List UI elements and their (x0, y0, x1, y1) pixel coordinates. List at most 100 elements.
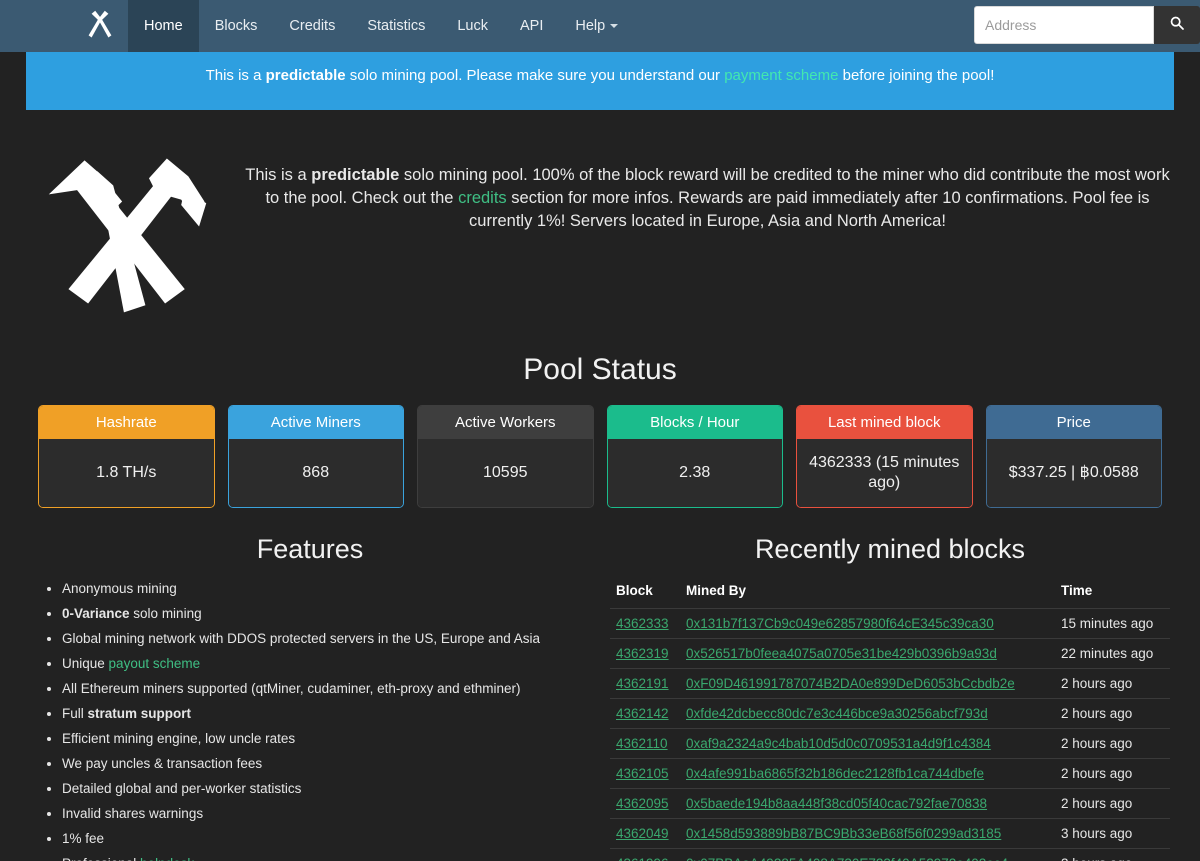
banner-wrap: This is a predictable solo mining pool. … (0, 52, 1200, 110)
feature-item: Invalid shares warnings (62, 804, 580, 824)
cell-time: 2 hours ago (1055, 727, 1170, 758)
status-card-last-mined-block-value: 4362333 (15 minutes ago) (797, 438, 972, 507)
search-button[interactable] (1154, 6, 1200, 44)
banner-bold-predictable: predictable (265, 67, 346, 84)
recent-blocks-table: Block Mined By Time 4362333 0x131b7f137Cb… (610, 579, 1170, 861)
column-header-mined-by: Mined By (686, 582, 747, 598)
hero-description: This is a predictable solo mining pool. … (235, 136, 1180, 234)
recent-blocks-title: Recently mined blocks (754, 533, 1026, 564)
cell-block: 4362105 (610, 757, 680, 788)
search-input[interactable] (974, 6, 1154, 44)
feature-item-link[interactable]: helpdesk (140, 856, 194, 861)
status-card-active-workers: Active Workers 10595 (417, 404, 594, 508)
block-number-link[interactable]: 4362105 (616, 766, 669, 781)
cell-mined-by: 0x526517b0feea4075a0705e31be429b0396b9a9… (680, 637, 1055, 668)
status-card-active-workers-label: Active Workers (418, 405, 593, 439)
recent-blocks-column: Recently mined blocks Block Mined By Tim… (600, 520, 1180, 861)
banner-text-3: before joining the pool! (838, 67, 995, 84)
cell-block: 4362333 (610, 607, 680, 638)
status-card-hashrate-value: 1.8 TH/s (39, 438, 214, 507)
cell-mined-by: 0xfde42dcbecc80dc7e3c446bce9a30256abcf79… (680, 697, 1055, 728)
nav-link-help-label: Help (575, 18, 606, 34)
brand-logo-link[interactable] (72, 0, 128, 52)
miner-address-link[interactable]: 0x526517b0feea4075a0705e31be429b0396b9a9… (686, 646, 997, 661)
block-number-link[interactable]: 4362049 (616, 826, 669, 841)
feature-item: All Ethereum miners supported (qtMiner, … (62, 679, 580, 699)
hero-logo (20, 136, 235, 321)
feature-item-text: Unique (62, 655, 109, 671)
block-number-link[interactable]: 4362333 (616, 616, 669, 631)
pool-status-cards: Hashrate 1.8 TH/s Active Miners 868 Acti… (0, 404, 1200, 508)
feature-item-text: solo mining (129, 605, 202, 621)
status-card-last-mined-block: Last mined block 4362333 (15 minutes ago… (796, 404, 973, 508)
block-number-link[interactable]: 4362191 (616, 676, 669, 691)
cell-time: 22 minutes ago (1055, 637, 1170, 668)
cell-mined-by: 0xaf9a2324a9c4bab10d5d0c0709531a4d9f1c43… (680, 727, 1055, 758)
block-number-link[interactable]: 4362319 (616, 646, 669, 661)
crossed-hammers-logo (35, 146, 220, 321)
cell-time: 2 hours ago (1055, 757, 1170, 788)
nav-link-blocks[interactable]: Blocks (199, 0, 274, 52)
block-number-link[interactable]: 4361996 (616, 856, 669, 861)
feature-item-link[interactable]: payout scheme (109, 656, 201, 671)
table-row: 4362142 0xfde42dcbecc80dc7e3c446bce9a3025… (610, 697, 1170, 728)
cell-time: 2 hours ago (1055, 697, 1170, 728)
navbar: Home Blocks Credits Statistics Luck API … (0, 0, 1200, 52)
nav-link-api[interactable]: API (504, 0, 559, 52)
hero-bold-predictable: predictable (311, 165, 400, 184)
cell-block: 4362049 (610, 817, 680, 848)
cell-mined-by: 0x4afe991ba6865f32b186dec2128fb1ca744dbe… (680, 757, 1055, 788)
feature-item-text: All Ethereum miners supported (qtMiner, … (62, 680, 521, 696)
status-card-blocks-per-hour-value: 2.38 (607, 438, 782, 507)
nav-link-help[interactable]: Help (559, 0, 634, 52)
block-number-link[interactable]: 4362110 (616, 736, 668, 751)
nav-link-luck[interactable]: Luck (441, 0, 504, 52)
features-title: Features (256, 533, 364, 564)
miner-address-link[interactable]: 0x4afe991ba6865f32b186dec2128fb1ca744dbe… (686, 766, 984, 781)
cell-mined-by: 0xF09D461991787074B2DA0e899DeD6053bCcbdb… (680, 667, 1055, 698)
recent-blocks-thead: Block Mined By Time (610, 579, 1170, 609)
block-number-link[interactable]: 4362142 (616, 706, 669, 721)
feature-item: 0-Variance solo mining (62, 604, 580, 624)
status-card-hashrate: Hashrate 1.8 TH/s (38, 404, 215, 508)
table-header-row: Block Mined By Time (610, 579, 1170, 609)
feature-item-text: 1% fee (62, 831, 105, 847)
cell-time: 15 minutes ago (1055, 607, 1170, 638)
cell-time: 2 hours ago (1055, 667, 1170, 698)
status-card-active-workers-value: 10595 (418, 438, 593, 507)
miner-address-link[interactable]: 0x1458d593889bB87BC9Bb33eB68f56f0299ad31… (686, 826, 1001, 841)
nav-link-credits[interactable]: Credits (273, 0, 351, 52)
credits-link[interactable]: credits (458, 189, 507, 207)
block-number-link[interactable]: 4362095 (616, 796, 669, 811)
feature-item: Detailed global and per-worker statistic… (62, 779, 580, 799)
lower-section: Features Anonymous mining 0-Variance solo… (0, 508, 1200, 861)
status-card-active-miners-label: Active Miners (228, 405, 403, 439)
column-header-time: Time (1061, 582, 1093, 598)
miner-address-link[interactable]: 0xaf9a2324a9c4bab10d5d0c0709531a4d9f1c43… (686, 736, 991, 751)
miner-address-link[interactable]: 0xfde42dcbecc80dc7e3c446bce9a30256abcf79… (686, 706, 988, 721)
nav-link-statistics[interactable]: Statistics (351, 0, 441, 52)
column-header-block: Block (616, 582, 653, 598)
feature-item: Global mining network with DDOS protecte… (62, 629, 580, 649)
payment-scheme-link[interactable]: payment scheme (724, 67, 838, 84)
miner-address-link[interactable]: 0x5baede194b8aa448f38cd05f40cac792fae708… (686, 796, 987, 811)
table-row: 4362049 0x1458d593889bB87BC9Bb33eB68f56f0… (610, 817, 1170, 848)
status-card-blocks-per-hour-label: Blocks / Hour (607, 405, 782, 439)
feature-item-text: Efficient mining engine, low uncle rates (62, 730, 296, 746)
status-card-blocks-per-hour: Blocks / Hour 2.38 (606, 404, 783, 508)
feature-item-text: Detailed global and per-worker statistic… (62, 781, 302, 796)
cell-mined-by: 0x5baede194b8aa448f38cd05f40cac792fae708… (680, 787, 1055, 818)
feature-item-text: We pay uncles & transaction fees (62, 755, 263, 771)
cell-mined-by: 0x1458d593889bB87BC9Bb33eB68f56f0299ad31… (680, 817, 1055, 848)
status-card-hashrate-label: Hashrate (39, 405, 214, 439)
table-row: 4362333 0x131b7f137Cb9c049e62857980f64cE3… (610, 607, 1170, 638)
miner-address-link[interactable]: 0x07BBAaA49285A408A730E723f40A52972e402e… (686, 856, 1008, 861)
miner-address-link[interactable]: 0x131b7f137Cb9c049e62857980f64cE345c39ca… (686, 616, 994, 631)
nav-link-home[interactable]: Home (128, 0, 199, 52)
cell-mined-by: 0x07BBAaA49285A408A730E723f40A52972e402e… (680, 847, 1055, 861)
table-row: 4362095 0x5baede194b8aa448f38cd05f40cac79… (610, 787, 1170, 818)
feature-item: Full stratum support (62, 704, 580, 724)
miner-address-link[interactable]: 0xF09D461991787074B2DA0e899DeD6053bCcbdb… (686, 676, 1015, 691)
nav-links: Home Blocks Credits Statistics Luck API … (128, 0, 634, 52)
feature-item: Unique payout scheme (62, 654, 580, 674)
